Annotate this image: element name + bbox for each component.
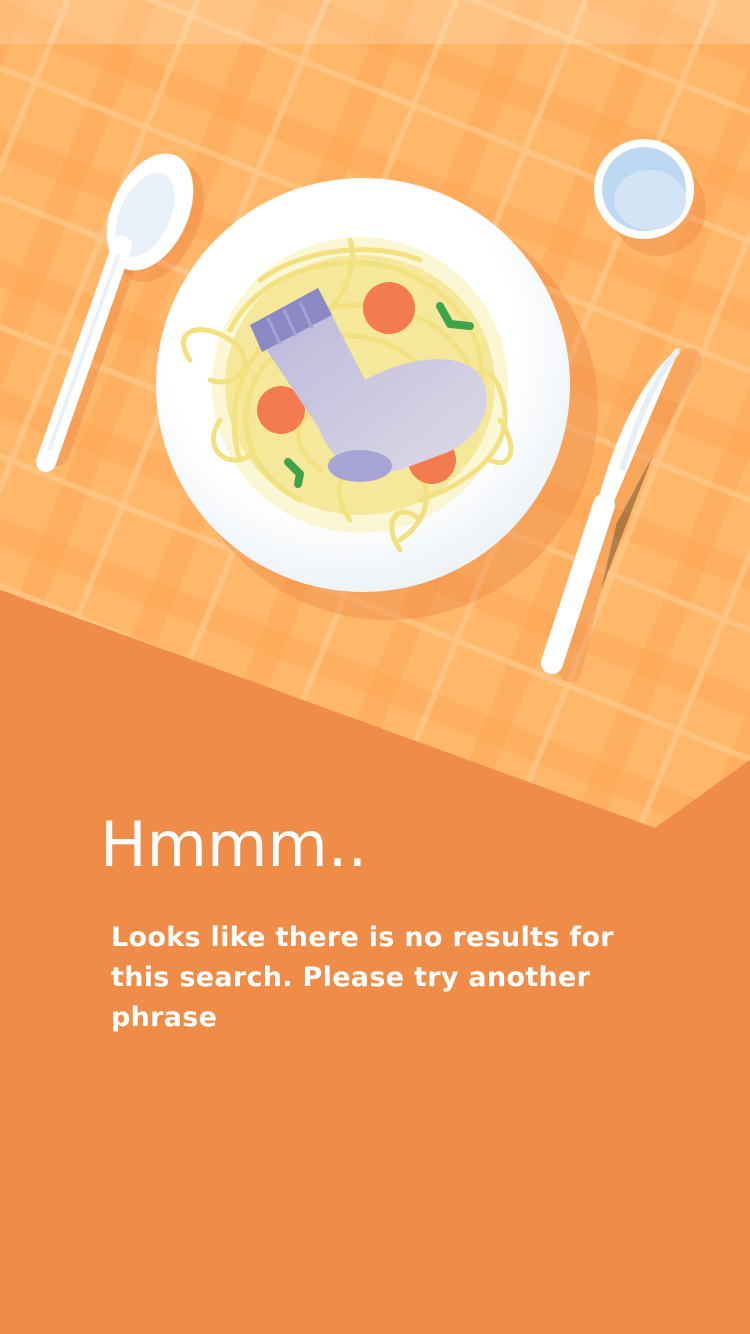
empty-state-heading: Hmmm.. (100, 808, 368, 881)
status-bar (0, 0, 750, 44)
empty-state-illustration (0, 0, 750, 840)
no-results-screen: Hmmm.. Looks like there is no results fo… (0, 0, 750, 1334)
empty-state-message: Looks like there is no results for this … (111, 922, 614, 1033)
